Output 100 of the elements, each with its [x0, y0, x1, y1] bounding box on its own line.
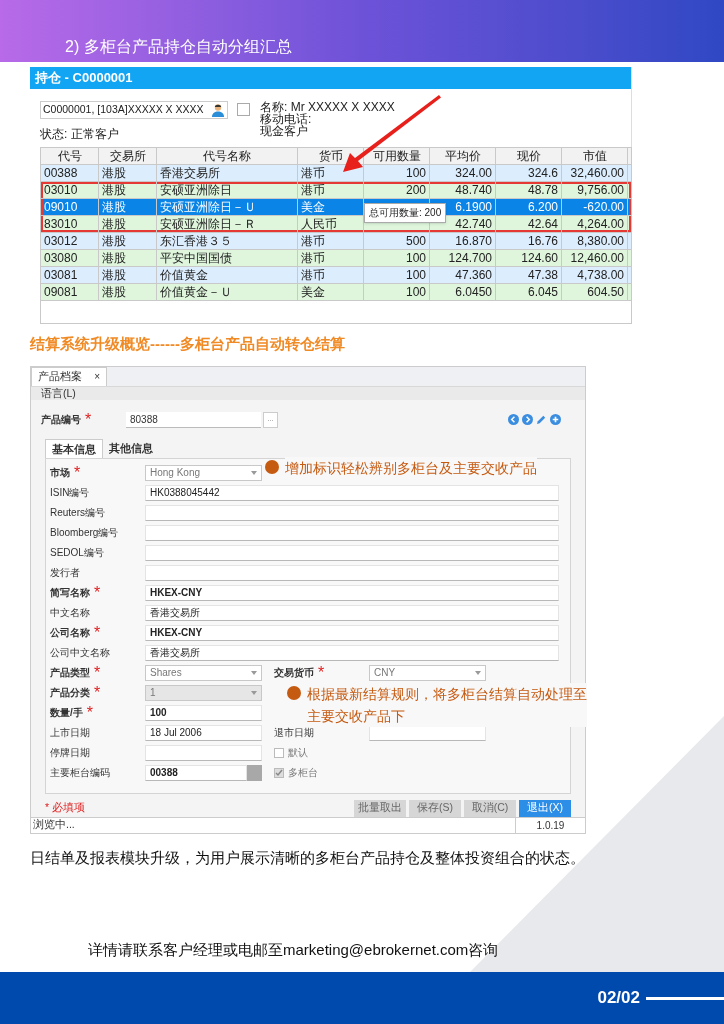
table-cell: 09081: [41, 284, 99, 300]
table-row[interactable]: 03010 港股 安硕亚洲除日 港币 200 48.740 48.78 9,756.00: [41, 182, 631, 199]
text-field[interactable]: 00388: [145, 764, 247, 781]
column-header[interactable]: 代号: [41, 148, 99, 164]
section-heading: 结算系统升级概览------多柜台产品自动转仓结算: [30, 334, 346, 354]
description-text: 日结单及报表模块升级，为用户展示清晰的多柜台产品持仓及整体投资组合的状态。: [30, 848, 586, 868]
annotation-text: 根据最新结算规则，将多柜台结算自动处理至: [307, 682, 587, 705]
field-label: Reuters编号: [50, 506, 105, 520]
text-field[interactable]: HKEX-CNY: [145, 624, 559, 641]
column-header[interactable]: 代号名称: [157, 148, 298, 164]
table-cell: 03010: [41, 182, 99, 198]
required-mark: *: [94, 682, 101, 703]
table-cell: 03081: [41, 267, 99, 283]
table-cell: 16.76: [496, 233, 562, 249]
dropdown[interactable]: Hong Kong: [145, 464, 262, 481]
tab[interactable]: 基本信息: [45, 438, 103, 458]
table-cell: 47.38: [496, 267, 562, 283]
table-cell: 港股: [99, 267, 157, 283]
field-label: 停牌日期: [50, 746, 90, 760]
table-cell: 124.700: [430, 250, 496, 266]
required-mark: *: [94, 582, 101, 603]
table-row[interactable]: 00388 港股 香港交易所 港币 100 324.00 324.6 32,460.00: [41, 165, 631, 182]
mobile-label: 移动电话:: [260, 113, 313, 125]
table-cell: -620.00: [562, 199, 628, 215]
browse-button[interactable]: ...: [263, 411, 278, 428]
next-icon[interactable]: [522, 414, 533, 425]
table-cell: 324.00: [430, 165, 496, 181]
required-mark: *: [85, 409, 92, 430]
field-label: 退市日期: [274, 726, 314, 740]
table-cell: 港币: [298, 267, 364, 283]
field-label: Bloomberg编号: [50, 526, 119, 540]
dropdown[interactable]: Shares: [145, 664, 262, 681]
text-field[interactable]: [145, 524, 559, 541]
table-row[interactable]: 03012 港股 东汇香港３５ 港币 500 16.870 16.76 8,380.00: [41, 233, 631, 250]
text-field[interactable]: HK0388045442: [145, 484, 559, 501]
table-cell: 124.60: [496, 250, 562, 266]
table-cell: 4,738.00: [562, 267, 628, 283]
close-icon[interactable]: ×: [94, 369, 100, 384]
table-cell: 48.78: [496, 182, 562, 198]
table-cell: 安硕亚洲除日－Ｕ: [157, 199, 298, 215]
table-cell: 604.50: [562, 284, 628, 300]
text-field[interactable]: [145, 744, 262, 761]
document-tab[interactable]: 产品档案 ×: [31, 366, 107, 386]
client-name: 名称: Mr XXXXX X XXXX: [260, 101, 395, 113]
field-label: 数量/手: [50, 706, 83, 720]
user-icon: [211, 103, 225, 117]
table-cell: 安硕亚洲除日－Ｒ: [157, 216, 298, 232]
caret-icon: [251, 690, 257, 695]
text-field[interactable]: 香港交易所: [145, 604, 559, 621]
table-cell: 48.740: [430, 182, 496, 198]
caret-icon: [251, 670, 257, 675]
text-field[interactable]: 香港交易所: [145, 644, 559, 661]
previous-icon[interactable]: [508, 414, 519, 425]
column-header[interactable]: 现价: [496, 148, 562, 164]
required-mark: *: [74, 462, 81, 483]
column-header[interactable]: 市值: [562, 148, 628, 164]
pencil-icon[interactable]: [536, 414, 547, 425]
text-field[interactable]: [145, 564, 559, 581]
checkbox[interactable]: [237, 103, 250, 116]
checkbox[interactable]: [274, 747, 284, 758]
table-cell: 100: [364, 267, 430, 283]
table-cell: 03012: [41, 233, 99, 249]
required-mark: *: [94, 622, 101, 643]
text-field[interactable]: [145, 544, 559, 561]
field-label: 中文名称: [50, 606, 90, 620]
lookup-button[interactable]: [247, 764, 262, 781]
add-icon[interactable]: [550, 414, 561, 425]
checkbox-label: 默认: [288, 746, 308, 760]
table-cell: 324.6: [496, 165, 562, 181]
annotation-text: 主要交收产品下: [307, 704, 587, 727]
table-cell: 价值黄金: [157, 267, 298, 283]
table-cell: 4,264.00: [562, 216, 628, 232]
page-number: 02/02: [597, 987, 640, 1010]
field-label: 产品编号: [41, 413, 81, 427]
text-field[interactable]: HKEX-CNY: [145, 584, 559, 601]
table-cell: 港股: [99, 284, 157, 300]
contact-text: 详情请联系客户经理或电邮至marketing@ebrokernet.com咨询: [88, 940, 500, 961]
text-field[interactable]: 80388: [126, 411, 261, 428]
text-field[interactable]: 18 Jul 2006: [145, 724, 262, 741]
table-cell: 8,380.00: [562, 233, 628, 249]
field-label: 公司名称: [50, 626, 90, 640]
table-row[interactable]: 09081 港股 价值黄金－Ｕ 美金 100 6.0450 6.045 604.50: [41, 284, 631, 301]
window-title: 持仓 - C0000001: [35, 69, 133, 88]
table-row[interactable]: 03080 港股 平安中国国债 港币 100 124.700 124.60 12,460.00: [41, 250, 631, 267]
table-cell: 港股: [99, 216, 157, 232]
text-field[interactable]: 100: [145, 704, 262, 721]
required-mark: *: [318, 662, 325, 683]
column-header[interactable]: 交易所: [99, 148, 157, 164]
caret-icon: [251, 470, 257, 475]
table-cell: 6.045: [496, 284, 562, 300]
table-cell: 83010: [41, 216, 99, 232]
column-header[interactable]: 平均价: [430, 148, 496, 164]
text-field[interactable]: [145, 504, 559, 521]
tab[interactable]: 其他信息: [103, 438, 159, 458]
field-label: 交易货币: [274, 666, 314, 680]
table-cell: 500: [364, 233, 430, 249]
client-field[interactable]: C0000001, [103A]XXXXX X XXXX: [40, 101, 228, 119]
table-cell: 12,460.00: [562, 250, 628, 266]
dropdown[interactable]: CNY: [369, 664, 486, 681]
table-row[interactable]: 03081 港股 价值黄金 港币 100 47.360 47.38 4,738.00: [41, 267, 631, 284]
